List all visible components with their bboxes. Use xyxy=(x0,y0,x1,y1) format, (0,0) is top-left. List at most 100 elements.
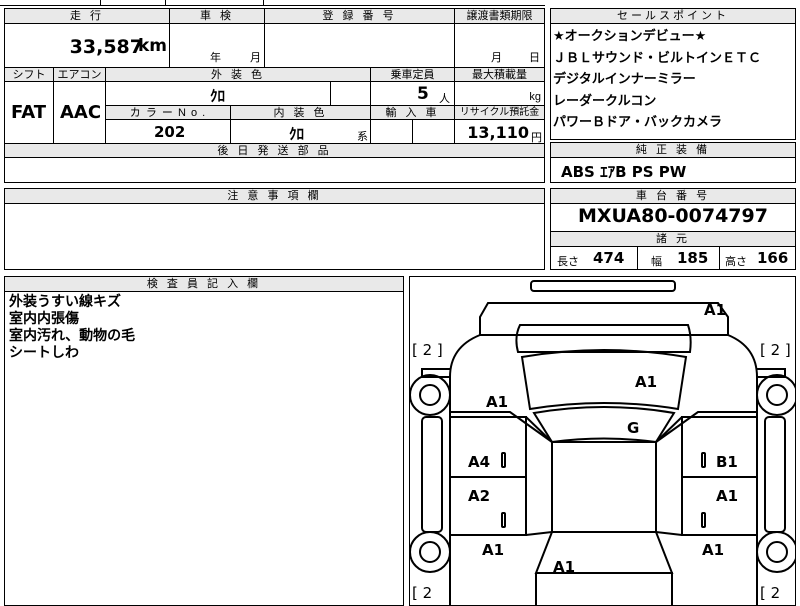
color-no-header: カ ラ ー N o . xyxy=(105,105,230,120)
interior-color-header: 内 装 色 xyxy=(230,105,370,120)
inspector-note: 外装うすい線キズ xyxy=(9,294,121,310)
damage-roof-rear: A1 xyxy=(553,558,576,576)
chassis-number: MXUA80-0074797 xyxy=(578,205,768,227)
height-label: 高さ xyxy=(725,256,747,268)
specs-header: 諸 元 xyxy=(551,231,795,247)
recycle-cell: 13,110 円 xyxy=(454,119,544,144)
exterior-color-value: ｸﾛ xyxy=(210,87,226,105)
equipment-value: ABS ｴｱB PS PW xyxy=(561,163,687,181)
exterior-color-sub-cell xyxy=(330,81,370,105)
damage-left-rear-fender: A1 xyxy=(482,541,505,559)
equipment-box: 純 正 装 備 ABS ｴｱB PS PW xyxy=(550,142,796,183)
exterior-color-cell: ｸﾛ xyxy=(105,81,330,105)
tire-grade-rear-right: [ 2 xyxy=(760,584,781,602)
shaken-cell: 年 月 xyxy=(169,23,264,67)
color-no-cell: 202 xyxy=(105,119,230,143)
registration-header: 登 録 番 号 xyxy=(264,9,454,23)
import-cell-2 xyxy=(412,119,454,143)
shaken-month-label: 月 xyxy=(250,52,261,64)
later-parts-header: 後 日 発 送 部 品 xyxy=(5,143,544,158)
shift-cell: FAT xyxy=(5,81,53,143)
registration-cell xyxy=(264,23,454,67)
interior-color-suffix: 系 xyxy=(357,131,368,143)
specs-row: 長さ 474 幅 185 高さ 166 xyxy=(551,247,795,269)
capacity-unit: 人 xyxy=(439,93,450,105)
tire-grade-rear-left: [ 2 xyxy=(412,584,433,602)
mileage-cell: 33,587 km xyxy=(5,23,169,67)
transfer-deadline-header: 譲渡書類期限 xyxy=(454,9,544,23)
length-label: 長さ xyxy=(557,256,579,268)
inspector-note: 室内汚れ、動物の毛 xyxy=(9,328,136,344)
capacity-header: 乗車定員 xyxy=(370,67,454,82)
tire-grade-front-right: [ 2 ] xyxy=(760,341,791,359)
vehicle-info-grid: 走 行 車 検 登 録 番 号 譲渡書類期限 33,587 km 年 月 月 日… xyxy=(4,8,545,183)
import-header: 輸 入 車 xyxy=(370,105,454,120)
transfer-deadline-cell: 月 日 xyxy=(454,23,544,67)
width-value: 185 xyxy=(677,249,709,267)
mileage-header: 走 行 xyxy=(5,9,169,23)
sales-point-item: デジタルインナーミラー xyxy=(553,72,696,87)
sales-point-item: ＪＢＬサウンド・ビルトインＥＴＣ xyxy=(553,50,762,66)
chassis-box: 車 台 番 号 MXUA80-0074797 諸 元 長さ 474 幅 185 … xyxy=(550,188,796,270)
shaken-header: 車 検 xyxy=(169,9,264,23)
damage-right-rear-fender: A1 xyxy=(702,541,725,559)
later-parts-cell xyxy=(5,157,544,182)
inspector-note: シートしわ xyxy=(9,345,79,361)
mileage-unit: km xyxy=(137,36,167,56)
recycle-header: リサイクル預託金 xyxy=(454,105,544,120)
capacity-value: 5 xyxy=(417,84,429,104)
interior-color-value: ｸﾛ xyxy=(289,125,305,143)
interior-color-cell: ｸﾛ 系 xyxy=(230,119,370,143)
inspector-box: 検 査 員 記 入 欄 外装うすい線キズ 室内内張傷 室内汚れ、動物の毛 シート… xyxy=(4,276,404,606)
sales-points-header: セールスポイント xyxy=(551,9,795,24)
specs-divider xyxy=(719,247,720,269)
aircon-header: エアコン xyxy=(53,67,105,82)
damage-right-front-door: B1 xyxy=(716,453,738,471)
tire-grade-front-left: [ 2 ] xyxy=(412,341,443,359)
damage-right-rear-door: A1 xyxy=(716,487,739,505)
aircon-cell: AAC xyxy=(53,81,105,143)
capacity-cell: 5 人 xyxy=(370,81,454,105)
caution-box: 注 意 事 項 欄 xyxy=(4,188,545,270)
equipment-header: 純 正 装 備 xyxy=(551,143,795,158)
top-cutoff-divider xyxy=(263,0,264,6)
height-value: 166 xyxy=(757,249,789,267)
sales-points-list: ★オークションデビュー★ ＪＢＬサウンド・ビルトインＥＴＣ デジタルインナーミラ… xyxy=(553,26,795,134)
shift-value: FAT xyxy=(11,102,47,123)
transfer-day-label: 日 xyxy=(529,52,540,64)
sales-points-box: セールスポイント ★オークションデビュー★ ＪＢＬサウンド・ビルトインＥＴＣ デ… xyxy=(550,8,796,140)
max-load-cell: kg xyxy=(454,81,544,105)
transfer-month-label: 月 xyxy=(491,52,502,64)
damage-windshield: G xyxy=(627,419,640,437)
damage-front-bumper: A1 xyxy=(704,301,727,319)
aircon-value: AAC xyxy=(60,102,102,123)
mileage-value: 33,587 xyxy=(69,36,143,58)
damage-hood: A1 xyxy=(635,373,658,391)
damage-left-rear-door: A2 xyxy=(468,487,491,505)
sales-point-item: ★オークションデビュー★ xyxy=(553,29,707,44)
damage-left-front-fender: A1 xyxy=(486,393,509,411)
car-outline-diagram xyxy=(410,280,795,605)
max-load-unit: kg xyxy=(529,91,541,103)
recycle-value: 13,110 xyxy=(467,123,529,142)
caution-header: 注 意 事 項 欄 xyxy=(5,189,544,204)
shaken-year-label: 年 xyxy=(210,52,221,64)
inspector-note: 室内内張傷 xyxy=(9,311,79,327)
top-cutoff-row xyxy=(0,0,545,6)
width-label: 幅 xyxy=(651,256,662,268)
color-no-value: 202 xyxy=(154,123,186,141)
top-cutoff-divider xyxy=(100,0,101,6)
top-cutoff-divider xyxy=(165,0,166,6)
specs-divider xyxy=(637,247,638,269)
inspector-notes: 外装うすい線キズ 室内内張傷 室内汚れ、動物の毛 シートしわ xyxy=(9,294,135,362)
damage-diagram-box: A1 A1 G A1 A4 A2 A1 B1 A1 A1 A1 [ 2 ] [ … xyxy=(409,276,796,606)
sales-point-item: パワーＢドア・バックカメラ xyxy=(553,115,723,130)
import-cell xyxy=(370,119,412,143)
exterior-color-header: 外 装 色 xyxy=(105,67,370,82)
max-load-header: 最大積載量 xyxy=(454,67,544,82)
sales-point-item: レーダークルコン xyxy=(553,93,657,109)
length-value: 474 xyxy=(593,249,625,267)
damage-left-front-door: A4 xyxy=(468,453,491,471)
inspector-header: 検 査 員 記 入 欄 xyxy=(5,277,403,292)
chassis-header: 車 台 番 号 xyxy=(551,189,795,204)
